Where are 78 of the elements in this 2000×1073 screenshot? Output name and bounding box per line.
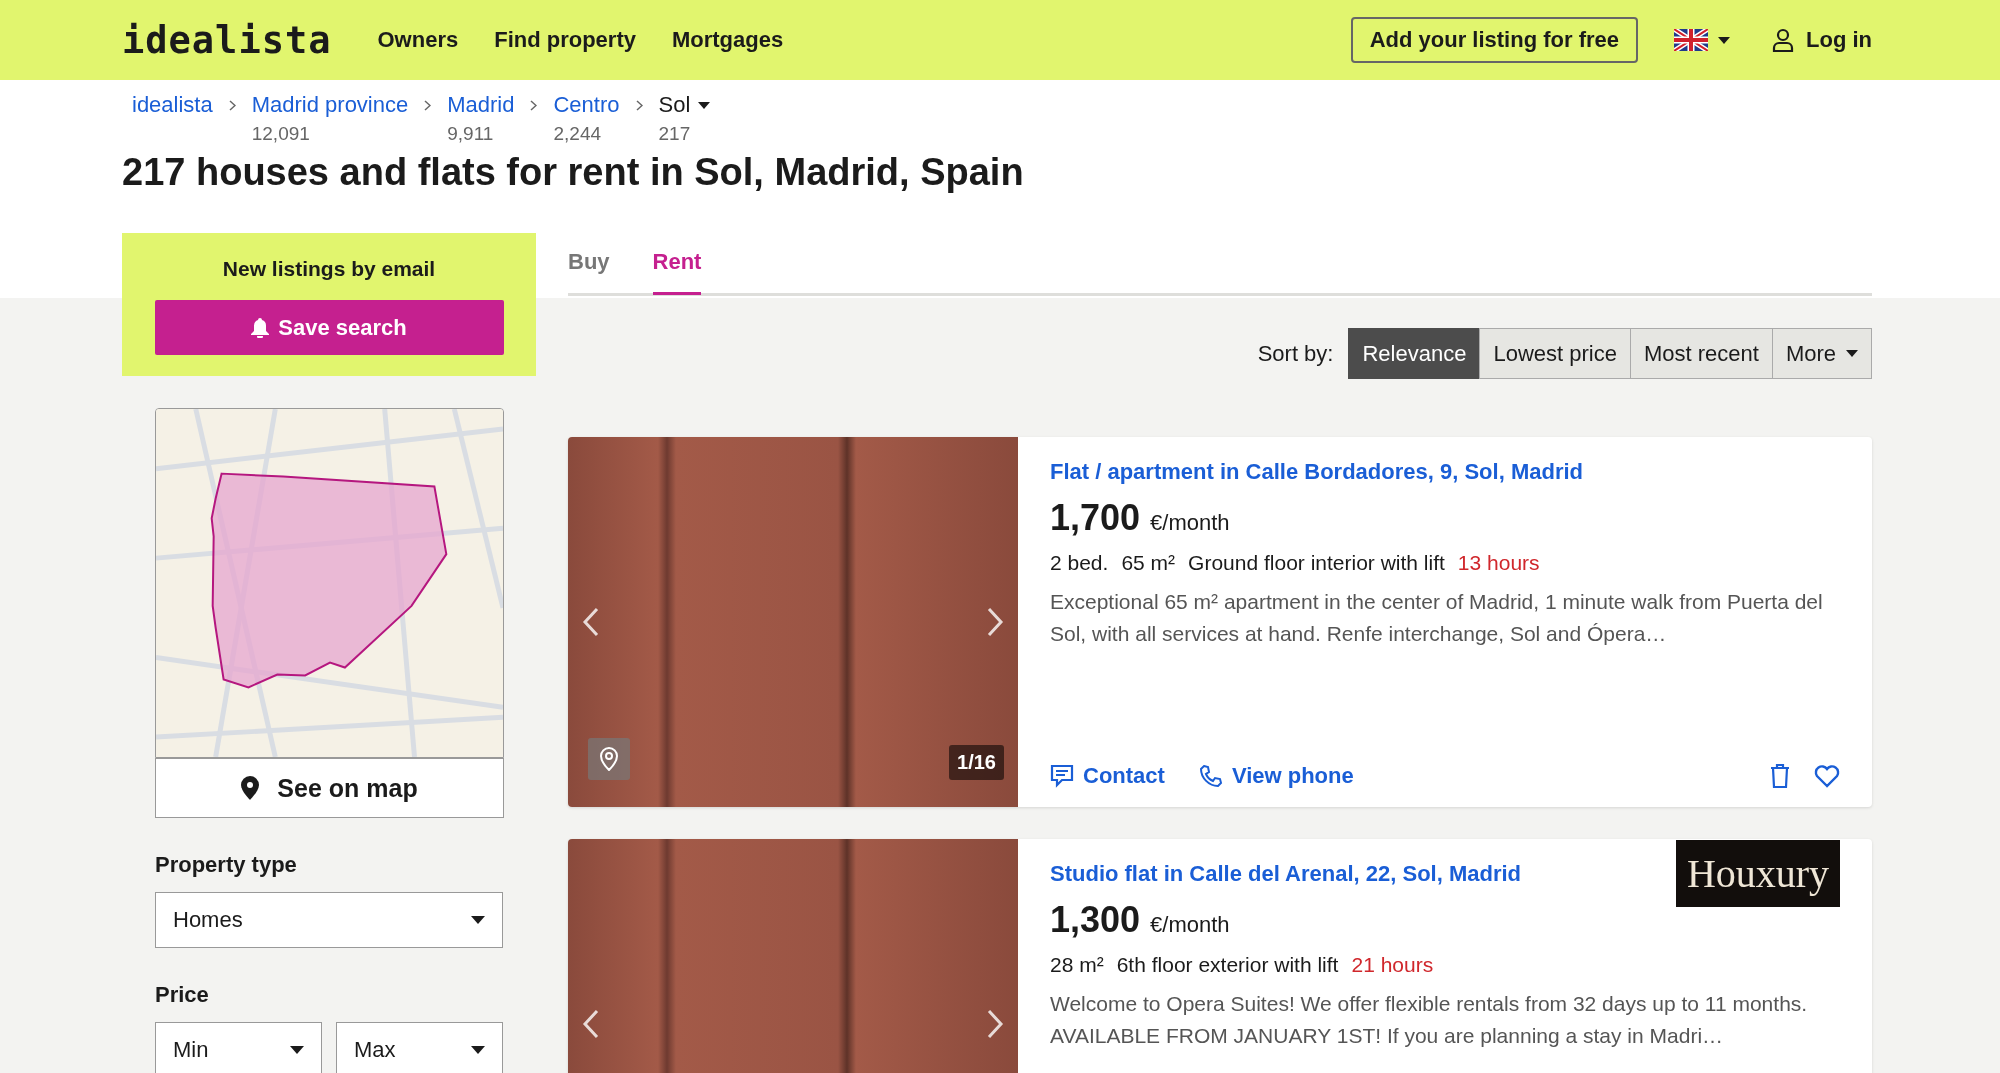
- caret-icon: [471, 916, 485, 924]
- breadcrumb-link[interactable]: Centro: [553, 92, 620, 118]
- listing-age: 13 hours: [1457, 551, 1540, 575]
- login-link[interactable]: Log in: [1772, 27, 1872, 53]
- sort-dropdown[interactable]: More: [1771, 328, 1872, 379]
- listing-detail: 65 m²: [1121, 551, 1176, 575]
- dropdown-select[interactable]: Homes: [155, 892, 503, 948]
- caret-icon: [698, 101, 711, 109]
- photo-counter: 1/16: [949, 745, 1004, 780]
- filter-label: Price: [155, 982, 210, 1008]
- alert-title: New listings by email: [222, 257, 436, 281]
- map-pin-icon: [600, 747, 618, 771]
- nav-link[interactable]: Owners: [377, 27, 459, 53]
- listing-count: 12,091: [251, 123, 311, 145]
- listing-detail: 28 m²: [1050, 953, 1104, 977]
- view-phone-button[interactable]: View phone: [1198, 763, 1354, 789]
- chevron-right-icon[interactable]: [986, 1009, 1004, 1039]
- heart-icon[interactable]: [1814, 764, 1840, 788]
- dropdown-select[interactable]: Max: [336, 1022, 503, 1073]
- map-pin-icon: [241, 776, 260, 800]
- tab[interactable]: Buy: [568, 249, 610, 295]
- nav-link[interactable]: Mortgages: [671, 27, 784, 53]
- chevron-icon: [228, 99, 236, 111]
- chevron-right-icon[interactable]: [986, 607, 1004, 637]
- agency-logo[interactable]: Houxury: [1676, 840, 1840, 907]
- caret-icon: [1846, 350, 1858, 357]
- breadcrumb-current[interactable]: Sol: [658, 92, 711, 118]
- filter-label: Property type: [155, 852, 298, 878]
- dropdown-select[interactable]: Min: [155, 1022, 322, 1073]
- listing-description: Welcome to Opera Suites! We offer flexible rentals from 32 days up to 11 months. AVAILABLE FROM JANUARY 1ST! If you are planning a stay in Madri…: [1050, 991, 1809, 1049]
- bell-icon: [251, 317, 270, 338]
- listing-title-link[interactable]: Flat / apartment in Calle Bordadores, 9, Sol, Madrid: [1050, 459, 1583, 485]
- logo[interactable]: idealista: [122, 18, 332, 62]
- sort-option[interactable]: Relevance: [1348, 328, 1481, 379]
- breadcrumb-link[interactable]: idealista: [132, 92, 213, 118]
- save-search-button[interactable]: Save search: [154, 300, 504, 355]
- price: 1,700: [1050, 497, 1141, 539]
- chevron-left-icon[interactable]: [582, 607, 600, 637]
- price: 1,300: [1050, 899, 1141, 941]
- breadcrumb-link[interactable]: Madrid: [447, 92, 515, 118]
- price-unit: €/month: [1150, 912, 1230, 938]
- flag-icon[interactable]: [1674, 29, 1708, 51]
- price-unit: €/month: [1150, 510, 1230, 536]
- photo-placeholder[interactable]: 1/16: [568, 437, 1018, 807]
- listing-count: 2,244: [553, 123, 603, 145]
- chevron-icon: [635, 99, 643, 111]
- breadcrumb-label: Sol: [658, 92, 691, 118]
- sort-option[interactable]: Most recent: [1629, 328, 1773, 379]
- listing-detail: 2 bed.: [1050, 551, 1109, 575]
- map-pin-button[interactable]: [588, 738, 630, 780]
- listing-count: 9,911: [447, 123, 495, 145]
- sort-label: Sort by:: [1257, 340, 1334, 367]
- listing-count: 217: [658, 123, 692, 145]
- listing-description: Exceptional 65 m² apartment in the center of Madrid, 1 minute walk from Puerta del Sol, with all services at hand. Renfe interchange, Sol and Ópera…: [1050, 589, 1824, 647]
- page-title: 217 houses and flats for rent in Sol, Madrid, Spain: [122, 151, 1025, 195]
- listing-title-link[interactable]: Studio flat in Calle del Arenal, 22, Sol, Madrid: [1050, 861, 1522, 887]
- tab[interactable]: Rent: [652, 249, 702, 295]
- caret-icon: [290, 1046, 304, 1054]
- trash-icon[interactable]: [1770, 763, 1790, 789]
- sort-option[interactable]: Lowest price: [1479, 328, 1631, 379]
- add-listing-button[interactable]: Add your listing for free: [1350, 17, 1638, 63]
- chevron-icon: [530, 99, 538, 111]
- contact-button[interactable]: Contact: [1050, 763, 1165, 789]
- phone-icon: [1198, 764, 1223, 788]
- user-icon: [1772, 28, 1794, 52]
- see-on-map-button[interactable]: See on map: [155, 758, 504, 818]
- listing-age: 21 hours: [1351, 953, 1434, 977]
- listing-detail: Ground floor interior with lift: [1188, 551, 1445, 575]
- chat-icon: [1050, 764, 1074, 788]
- map-drawing[interactable]: [155, 408, 504, 758]
- nav-link[interactable]: Find property: [494, 27, 636, 53]
- breadcrumb-link[interactable]: Madrid province: [251, 92, 409, 118]
- caret-icon: [1718, 36, 1730, 44]
- listing-detail: 6th floor exterior with lift: [1116, 953, 1339, 977]
- caret-icon: [471, 1046, 485, 1054]
- login-label[interactable]: Log in: [1806, 27, 1872, 53]
- chevron-left-icon[interactable]: [582, 1009, 600, 1039]
- chevron-icon: [424, 99, 432, 111]
